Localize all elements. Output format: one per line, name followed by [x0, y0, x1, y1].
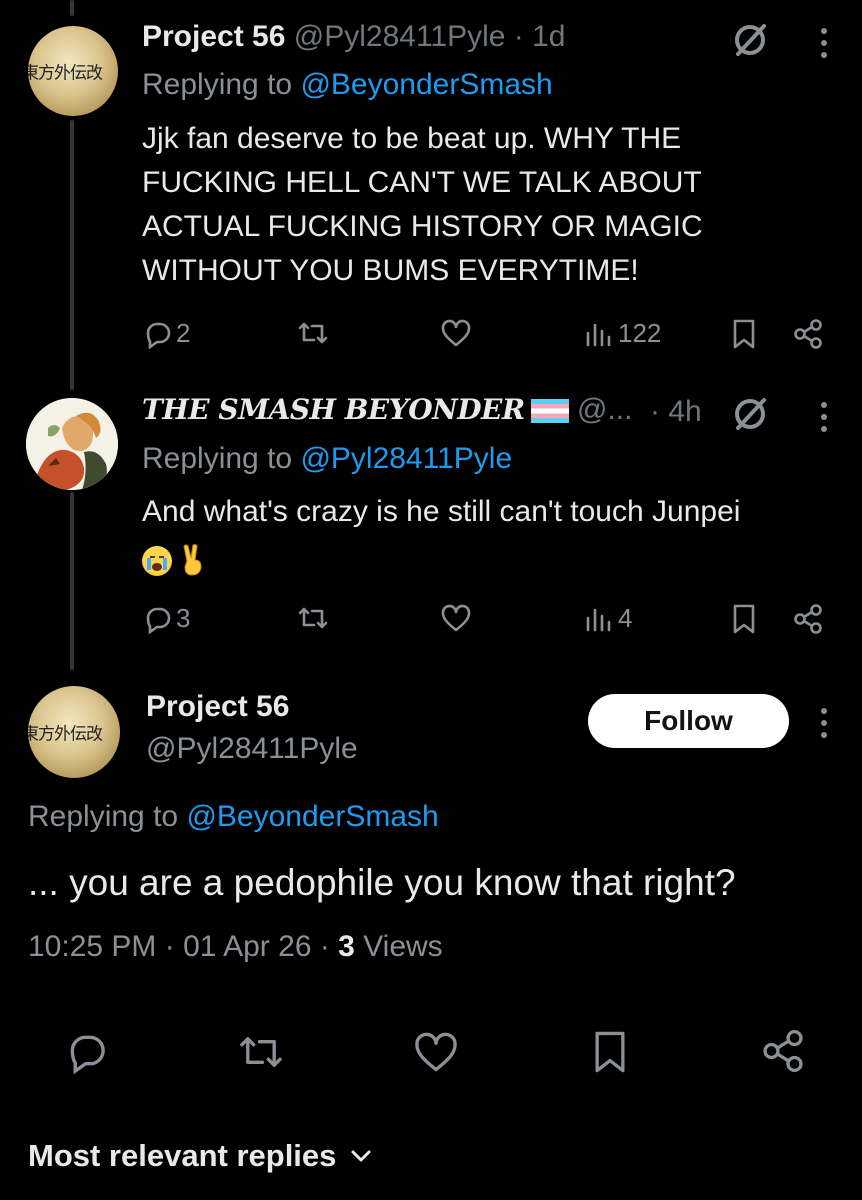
views-count: 122: [618, 318, 662, 348]
more-options-icon[interactable]: [820, 28, 828, 58]
views-icon: [586, 323, 611, 346]
replying-prefix: Replying to: [28, 800, 187, 833]
views-button[interactable]: 4: [584, 603, 632, 634]
reply-icon: [146, 322, 171, 349]
views-count[interactable]: 3: [338, 930, 355, 963]
main-tweet-body: ... you are a pedophile you know that ri…: [28, 862, 736, 903]
display-name[interactable]: Project 56: [146, 690, 289, 724]
transgender-flag-icon: [530, 399, 569, 424]
reply-button[interactable]: 2: [142, 318, 190, 349]
repost-button[interactable]: [236, 1030, 286, 1074]
like-button[interactable]: [412, 1030, 460, 1074]
avatar-text: 東方外伝改: [28, 63, 103, 84]
share-button[interactable]: [792, 603, 824, 635]
thread-line-top: [70, 0, 74, 16]
replying-to: Replying to @Pyl28411Pyle: [142, 442, 512, 476]
timestamp[interactable]: 10:25 PM · 01 Apr 26 ·: [28, 930, 338, 963]
reply-count: 2: [176, 318, 191, 348]
tweet-meta: 10:25 PM · 01 Apr 26 · 3 Views: [28, 930, 443, 964]
handle[interactable]: @Pyl28411Pyle: [146, 732, 358, 766]
share-button[interactable]: [792, 318, 824, 350]
repost-button[interactable]: [296, 318, 330, 348]
replying-prefix: Replying to: [142, 68, 301, 101]
mention-link[interactable]: @BeyonderSmash: [300, 68, 552, 101]
repost-button[interactable]: [296, 603, 330, 633]
handle[interactable]: @Pyl28411Pyle: [294, 20, 506, 53]
bookmark-button[interactable]: [730, 318, 758, 350]
timestamp[interactable]: · 4h: [650, 395, 702, 429]
mention-link[interactable]: @Pyl28411Pyle: [300, 442, 512, 475]
tweet1-header: Project 56 @Pyl28411Pyle · 1d: [142, 20, 566, 54]
views-button[interactable]: 122: [584, 318, 661, 349]
avatar-text: 東方外伝改: [28, 724, 103, 745]
replying-prefix: Replying to: [142, 442, 301, 475]
views-icon: [586, 608, 611, 631]
timestamp[interactable]: · 1d: [514, 20, 566, 53]
bookmark-icon: [595, 1031, 625, 1073]
more-options-icon[interactable]: [820, 708, 828, 738]
follow-button[interactable]: Follow: [588, 694, 789, 748]
bookmark-icon: [733, 604, 755, 634]
heart-icon: [441, 319, 471, 347]
heart-icon: [441, 604, 471, 632]
avatar-project56[interactable]: 東方外伝改: [28, 686, 120, 778]
reply-button[interactable]: [64, 1030, 110, 1074]
sort-replies-dropdown[interactable]: Most relevant replies: [28, 1138, 372, 1174]
like-button[interactable]: [440, 318, 472, 348]
replying-to: Replying to @BeyonderSmash: [28, 800, 439, 834]
share-icon: [763, 1029, 803, 1073]
sort-label: Most relevant replies: [28, 1138, 337, 1173]
like-button[interactable]: [440, 603, 472, 633]
reply-icon: [146, 607, 171, 634]
avatar-project56[interactable]: 東方外伝改: [28, 26, 118, 116]
views-label: Views: [354, 930, 443, 963]
display-name[interactable]: Project 56: [142, 20, 285, 53]
display-name[interactable]: THE SMASH BEYONDER: [142, 393, 525, 426]
tweet-body: Jjk fan deserve to be beat up. WHY THE F…: [142, 122, 703, 287]
views-count: 4: [618, 603, 633, 633]
thread-line-1: [70, 120, 74, 390]
share-icon: [794, 604, 822, 634]
grok-icon[interactable]: [730, 394, 770, 439]
repost-icon: [298, 322, 328, 344]
tweet2-header: THE SMASH BEYONDER @...: [142, 393, 632, 427]
replying-to: Replying to @BeyonderSmash: [142, 68, 553, 102]
chevron-down-icon: [351, 1150, 371, 1162]
bookmark-button[interactable]: [590, 1028, 630, 1076]
emoji-row: [142, 544, 208, 576]
tweet-body: And what's crazy is he still can't touch…: [142, 495, 741, 528]
grok-icon[interactable]: [730, 20, 770, 65]
mention-link[interactable]: @BeyonderSmash: [186, 800, 438, 833]
reply-button[interactable]: 3: [142, 603, 190, 634]
repost-icon: [298, 607, 328, 629]
bookmark-button[interactable]: [730, 603, 758, 635]
thread-line-2: [70, 492, 74, 670]
handle[interactable]: @...: [577, 393, 632, 426]
share-icon: [794, 319, 822, 349]
repost-icon: [240, 1037, 282, 1067]
bookmark-icon: [733, 319, 755, 349]
victory-hand-emoji: [178, 544, 208, 576]
crying-face-emoji: [142, 546, 172, 576]
avatar-smash-beyonder[interactable]: [26, 398, 118, 490]
more-options-icon[interactable]: [820, 402, 828, 432]
reply-icon: [70, 1035, 105, 1074]
heart-icon: [415, 1032, 457, 1072]
share-button[interactable]: [760, 1028, 806, 1074]
reply-count: 3: [176, 603, 191, 633]
